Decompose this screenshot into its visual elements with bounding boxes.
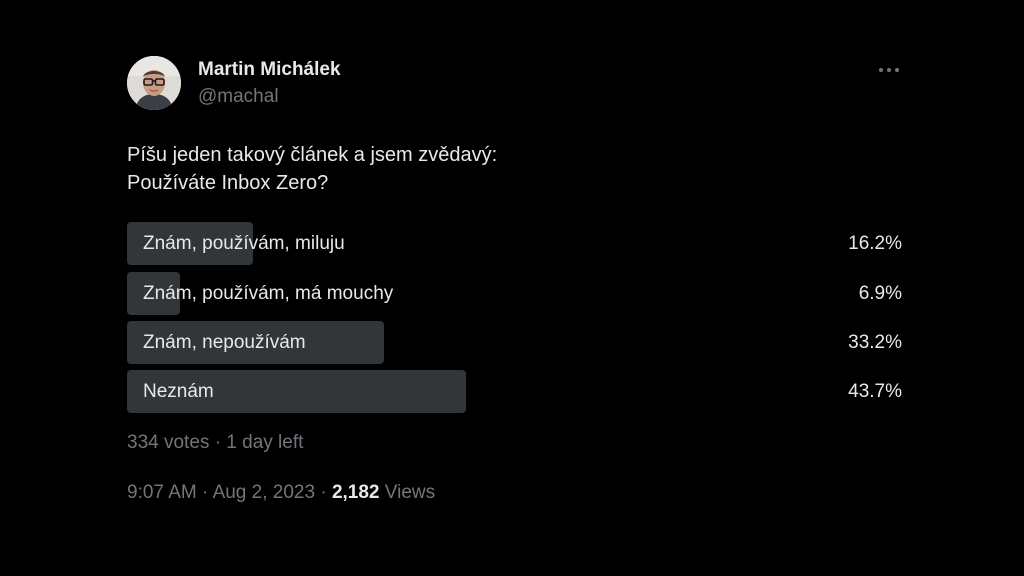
poll-option-percent: 33.2%	[848, 332, 902, 353]
author-handle[interactable]: @machal	[198, 86, 279, 108]
tweet-text-line: Píšu jeden takový článek a jsem zvědavý:	[127, 144, 498, 166]
avatar[interactable]	[127, 56, 181, 110]
poll-option[interactable]: Neznám 43.7%	[127, 370, 902, 413]
tweet-text-line: Používáte Inbox Zero?	[127, 172, 329, 194]
tweet-time[interactable]: 9:07 AM	[127, 482, 197, 503]
poll-votes: 334 votes	[127, 432, 210, 453]
tweet: Martin Michálek @machal Píšu jeden takov…	[127, 56, 902, 503]
poll-option-label: Neznám	[143, 381, 214, 402]
poll-option-label: Znám, nepoužívám	[143, 332, 306, 353]
poll-option[interactable]: Znám, nepoužívám 33.2%	[127, 321, 902, 364]
more-options-button[interactable]	[876, 60, 902, 80]
views-label: Views	[384, 482, 436, 503]
poll-option[interactable]: Znám, používám, miluju 16.2%	[127, 222, 902, 265]
poll-time-left: 1 day left	[226, 432, 304, 453]
tweet-header: Martin Michálek @machal	[127, 56, 902, 112]
poll-option-label: Znám, používám, má mouchy	[143, 283, 394, 304]
poll-option-percent: 16.2%	[848, 233, 902, 254]
views-count: 2,182	[331, 482, 380, 503]
author-name[interactable]: Martin Michálek	[198, 59, 341, 81]
tweet-meta: 9:07 AM · Aug 2, 2023 · 2,182 Views	[127, 482, 435, 504]
poll-meta: 334 votes · 1 day left	[127, 432, 303, 454]
poll-option-percent: 43.7%	[848, 381, 902, 402]
separator: ·	[214, 432, 222, 453]
poll-option[interactable]: Znám, používám, má mouchy 6.9%	[127, 272, 902, 315]
avatar-image	[127, 56, 181, 110]
separator: ·	[202, 482, 209, 503]
separator: ·	[320, 482, 327, 503]
tweet-date[interactable]: Aug 2, 2023	[213, 482, 315, 503]
more-dots-icon	[879, 68, 899, 72]
poll-option-label: Znám, používám, miluju	[143, 233, 345, 254]
poll-option-percent: 6.9%	[858, 283, 902, 304]
tweet-text: Píšu jeden takový článek a jsem zvědavý:…	[127, 141, 497, 197]
